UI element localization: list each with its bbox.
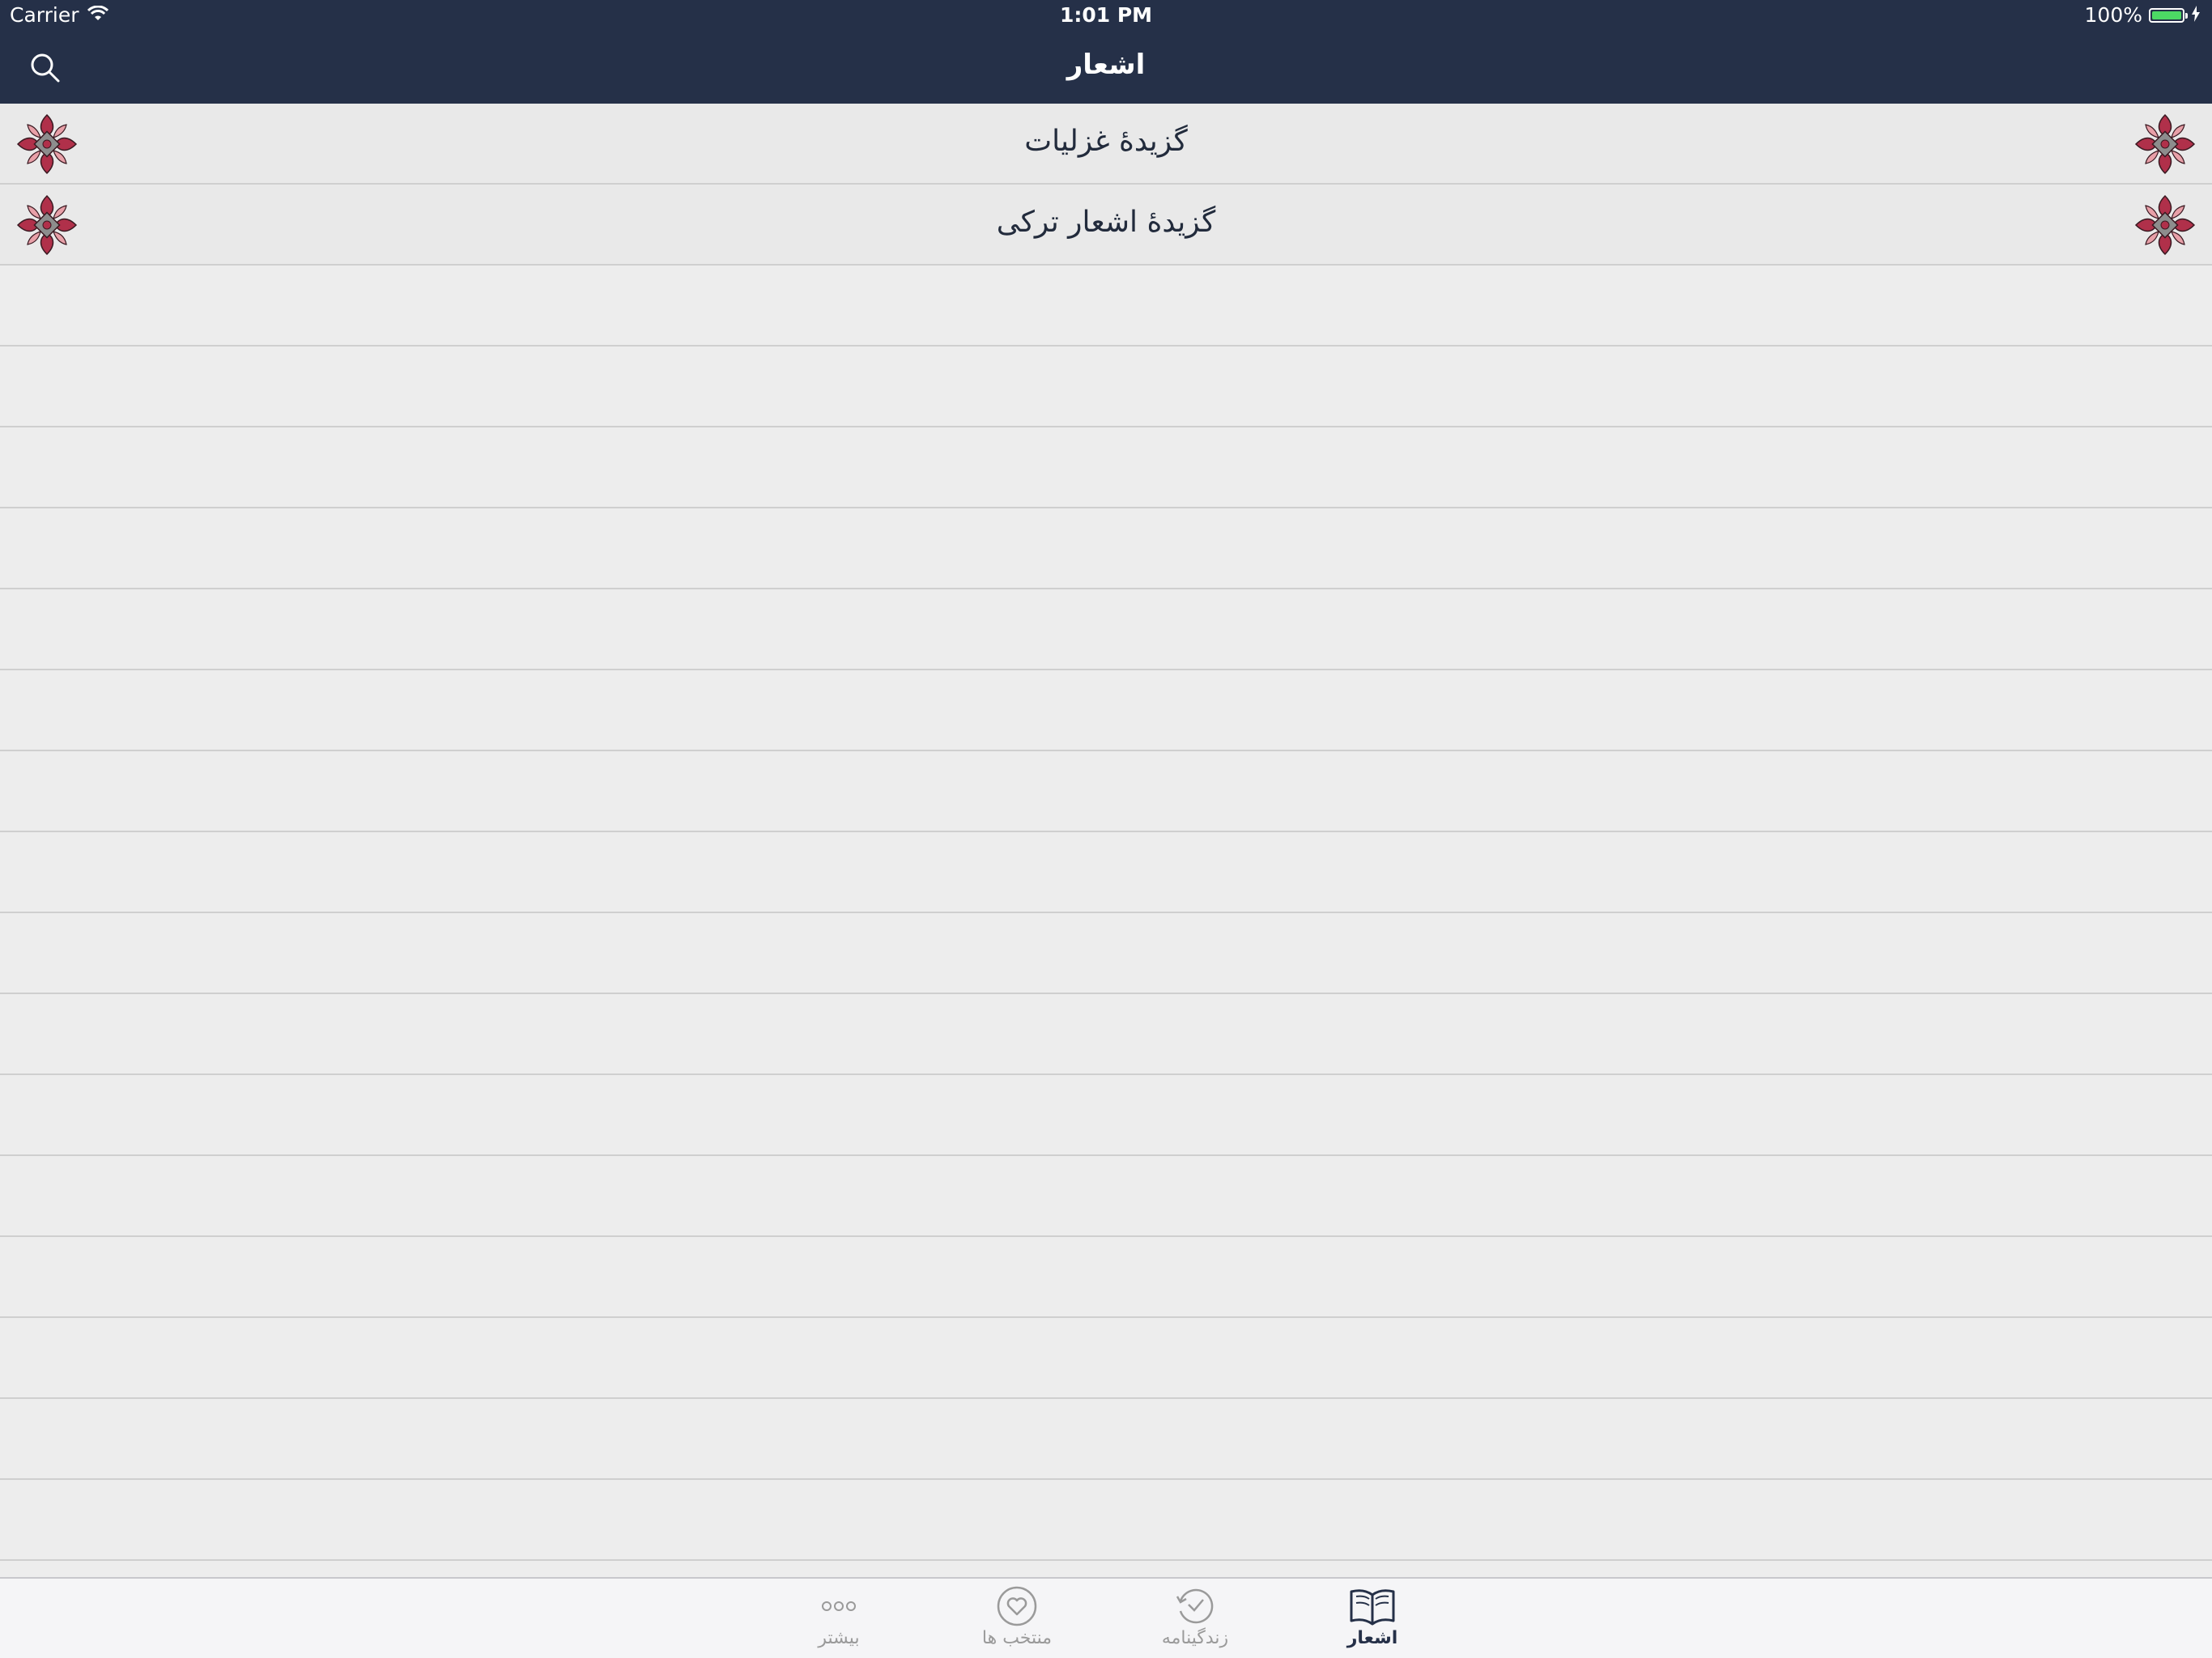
clock: 1:01 PM bbox=[1059, 3, 1153, 27]
empty-row bbox=[0, 1480, 2212, 1561]
open-book-icon bbox=[1308, 1584, 1437, 1629]
tab-bar: بیشتر منتخب ها زندگینامه اشعار bbox=[0, 1577, 2212, 1658]
empty-row bbox=[0, 266, 2212, 346]
empty-row bbox=[0, 1237, 2212, 1318]
empty-row bbox=[0, 1075, 2212, 1156]
empty-row bbox=[0, 994, 2212, 1075]
floral-ornament-icon bbox=[2134, 194, 2196, 256]
page-title: اشعار bbox=[1066, 49, 1146, 81]
tab-label: منتخب ها bbox=[981, 1628, 1053, 1648]
tab-favorites[interactable]: منتخب ها bbox=[952, 1584, 1082, 1655]
status-bar: Carrier 1:01 PM 100% bbox=[0, 0, 2212, 32]
tab-more[interactable]: بیشتر bbox=[774, 1584, 904, 1655]
battery-percent: 100% bbox=[2084, 3, 2142, 27]
empty-row bbox=[0, 1399, 2212, 1480]
floral-ornament-icon bbox=[2134, 113, 2196, 175]
list-item[interactable]: گزیدهٔ غزلیات bbox=[0, 104, 2212, 185]
empty-row bbox=[0, 1318, 2212, 1399]
charging-icon bbox=[2191, 3, 2201, 27]
empty-row bbox=[0, 346, 2212, 427]
battery-icon bbox=[2149, 7, 2188, 23]
tab-label: بیشتر bbox=[818, 1628, 860, 1648]
empty-row bbox=[0, 913, 2212, 994]
empty-row bbox=[0, 508, 2212, 589]
poetry-list: گزیدهٔ غزلیات گزیدهٔ اشعار ترکی bbox=[0, 104, 2212, 1577]
list-item[interactable]: گزیدهٔ اشعار ترکی bbox=[0, 185, 2212, 266]
empty-row bbox=[0, 832, 2212, 913]
empty-row bbox=[0, 1156, 2212, 1237]
empty-row bbox=[0, 751, 2212, 832]
tab-biography[interactable]: زندگینامه bbox=[1130, 1584, 1260, 1655]
heart-circle-icon bbox=[952, 1584, 1082, 1629]
battery-level bbox=[2152, 11, 2181, 19]
tab-label: اشعار bbox=[1346, 1628, 1398, 1648]
list-item-label: گزیدهٔ اشعار ترکی bbox=[996, 206, 1216, 239]
history-icon bbox=[1130, 1584, 1260, 1629]
empty-row bbox=[0, 427, 2212, 508]
empty-row bbox=[0, 589, 2212, 670]
more-dots-icon bbox=[774, 1584, 904, 1629]
list-item-label: گزیدهٔ غزلیات bbox=[1024, 125, 1188, 158]
tab-label: زندگینامه bbox=[1161, 1628, 1229, 1648]
empty-row bbox=[0, 670, 2212, 751]
tab-poems[interactable]: اشعار bbox=[1308, 1584, 1437, 1655]
navigation-bar: اشعار bbox=[0, 32, 2212, 104]
battery-indicator: 100% bbox=[2085, 3, 2201, 27]
